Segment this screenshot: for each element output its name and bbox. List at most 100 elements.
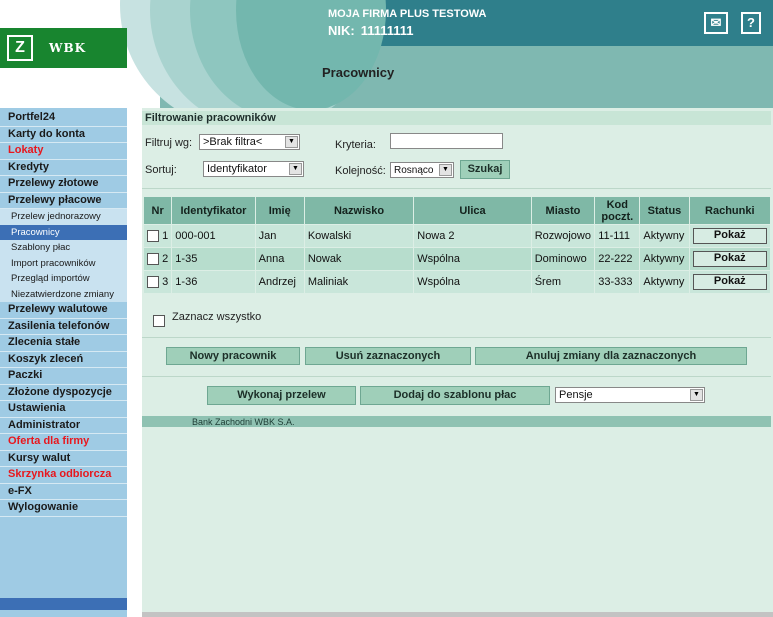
row-nr: 3 (162, 275, 169, 288)
sort-value: Identyfikator (207, 163, 267, 175)
row-first-name: Andrzej (254, 270, 305, 294)
show-accounts-button[interactable]: Pokaż (692, 228, 767, 244)
sort-label: Sortuj: (145, 164, 177, 176)
chevron-down-icon: ▼ (289, 163, 302, 175)
sidebar-item-przelewy-zlotowe[interactable]: Przelewy złotowe (0, 176, 127, 193)
col-rachunki: Rachunki (688, 196, 772, 225)
sidebar-item-administrator[interactable]: Administrator (0, 417, 127, 434)
logo-text: WBK (49, 41, 87, 55)
col-imie: Imię (254, 196, 305, 225)
chevron-down-icon: ▼ (439, 164, 452, 176)
nik-value: 11111111 (360, 23, 414, 38)
row-street: Wspólna (413, 270, 532, 294)
filter-by-value: >Brak filtra< (203, 136, 263, 148)
criteria-label: Kryteria: (335, 139, 376, 151)
make-transfer-button[interactable]: Wykonaj przelew (207, 386, 356, 405)
row-id: 1-35 (171, 247, 256, 271)
order-value: Rosnąco (394, 165, 434, 176)
sidebar-subitem-import-pracownikow[interactable]: Import pracowników (0, 255, 127, 271)
sidebar-subitem-szablony-plac[interactable]: Szablony płac (0, 240, 127, 256)
row-status: Aktywny (639, 270, 690, 294)
sidebar-subitem-niezatwierdzone-zmiany[interactable]: Niezatwierdzone zmiany (0, 286, 127, 302)
help-icon[interactable]: ? (741, 12, 761, 34)
col-status: Status (639, 196, 690, 225)
table-row: 2 1-35 Anna Nowak Wspólna Dominowo 22-222 Aktyw… (142, 247, 772, 271)
row-zip: 22-222 (594, 247, 641, 271)
new-employee-button[interactable]: Nowy pracownik (166, 347, 300, 365)
row-status: Aktywny (639, 247, 690, 271)
mail-icon[interactable]: ✉ (704, 12, 728, 34)
sidebar-item-paczki[interactable]: Paczki (0, 368, 127, 385)
row-first-name: Jan (254, 224, 305, 248)
col-kod-pocztowy: Kod poczt. (594, 196, 641, 225)
nik: NIK: 11111111 (328, 23, 414, 38)
row-first-name: Anna (254, 247, 305, 271)
table-row: 3 1-36 Andrzej Maliniak Wspólna Śrem 33-333 Akt… (142, 270, 772, 294)
bottom-strip (142, 612, 773, 617)
col-identyfikator: Identyfikator (171, 196, 256, 225)
col-nazwisko: Nazwisko (303, 196, 415, 225)
row-accounts-cell: Pokaż (688, 247, 772, 271)
sidebar-item-portfel24[interactable]: Portfel24 (0, 110, 127, 127)
row-city: Śrem (530, 270, 596, 294)
row-id: 000-001 (171, 224, 256, 248)
row-street: Nowa 2 (413, 224, 532, 248)
row-last-name: Maliniak (303, 270, 415, 294)
delete-selected-button[interactable]: Usuń zaznaczonych (305, 347, 471, 365)
bank-logo[interactable]: Z WBK (0, 28, 127, 68)
table-header-row: Nr Identyfikator Imię Nazwisko Ulica Mia… (142, 196, 772, 225)
sidebar-nav: Portfel24 Karty do konta Lokaty Kredyty Prze… (0, 110, 127, 517)
sidebar-item-wylogowanie[interactable]: Wylogowanie (0, 500, 127, 517)
row-street: Wspólna (413, 247, 532, 271)
sidebar-item-koszyk-zlecen[interactable]: Koszyk zleceń (0, 351, 127, 368)
sidebar-item-przelewy-placowe[interactable]: Przelewy płacowe (0, 192, 127, 209)
cancel-changes-button[interactable]: Anuluj zmiany dla zaznaczonych (475, 347, 747, 365)
sidebar-item-przelewy-walutowe[interactable]: Przelewy walutowe (0, 302, 127, 319)
sidebar-subitem-przelew-jednorazowy[interactable]: Przelew jednorazowy (0, 209, 127, 225)
row-nr-cell: 1 (142, 224, 173, 248)
row-accounts-cell: Pokaż (688, 270, 772, 294)
sidebar-item-oferta-dla-firmy[interactable]: Oferta dla firmy (0, 434, 127, 451)
sort-select[interactable]: Identyfikator ▼ (203, 161, 304, 177)
sidebar-item-zasilenia-telefonow[interactable]: Zasilenia telefonów (0, 318, 127, 335)
row-last-name: Nowak (303, 247, 415, 271)
sidebar-item-skrzynka-odbiorcza[interactable]: Skrzynka odbiorcza (0, 467, 127, 484)
sidebar-item-zlozone-dyspozycje[interactable]: Złożone dyspozycje (0, 384, 127, 401)
chevron-down-icon: ▼ (690, 389, 703, 401)
sidebar-item-lokaty[interactable]: Lokaty (0, 143, 127, 160)
criteria-input[interactable] (390, 133, 503, 149)
chevron-down-icon: ▼ (285, 136, 298, 148)
select-all-checkbox[interactable] (153, 312, 165, 330)
row-checkbox[interactable] (147, 253, 159, 266)
sidebar-subitem-przeglad-importow[interactable]: Przegląd importów (0, 271, 127, 287)
order-select[interactable]: Rosnąco ▼ (390, 162, 454, 178)
row-city: Rozwojowo (530, 224, 596, 248)
sidebar-item-zlecenia-stale[interactable]: Zlecenia stałe (0, 335, 127, 352)
search-button[interactable]: Szukaj (460, 160, 510, 179)
sidebar-item-karty-do-konta[interactable]: Karty do konta (0, 126, 127, 143)
row-nr: 2 (162, 252, 169, 265)
filter-section-title: Filtrowanie pracowników (142, 111, 771, 125)
template-select[interactable]: Pensje ▼ (555, 387, 705, 403)
order-label: Kolejność: (335, 165, 386, 177)
footer-text: Bank Zachodni WBK S.A. (192, 417, 295, 427)
filter-by-label: Filtruj wg: (145, 137, 193, 149)
row-checkbox[interactable] (147, 276, 159, 289)
sidebar-subitem-pracownicy[interactable]: Pracownicy (0, 224, 127, 240)
sidebar-item-e-fx[interactable]: e-FX (0, 483, 127, 500)
page-title: Pracownicy (322, 65, 395, 80)
show-accounts-button[interactable]: Pokaż (692, 251, 767, 267)
filter-by-select[interactable]: >Brak filtra< ▼ (199, 134, 300, 150)
row-checkbox[interactable] (147, 230, 159, 243)
table-row: 1 000-001 Jan Kowalski Nowa 2 Rozwojowo 11-111… (142, 224, 772, 248)
col-miasto: Miasto (530, 196, 596, 225)
sidebar-item-kursy-walut[interactable]: Kursy walut (0, 450, 127, 467)
row-accounts-cell: Pokaż (688, 224, 772, 248)
employees-table: Nr Identyfikator Imię Nazwisko Ulica Mia… (142, 196, 772, 294)
add-to-template-button[interactable]: Dodaj do szablonu płac (360, 386, 550, 405)
row-city: Dominowo (530, 247, 596, 271)
row-nr: 1 (162, 229, 169, 242)
sidebar-item-kredyty[interactable]: Kredyty (0, 159, 127, 176)
sidebar-item-ustawienia[interactable]: Ustawienia (0, 401, 127, 418)
show-accounts-button[interactable]: Pokaż (692, 274, 767, 290)
